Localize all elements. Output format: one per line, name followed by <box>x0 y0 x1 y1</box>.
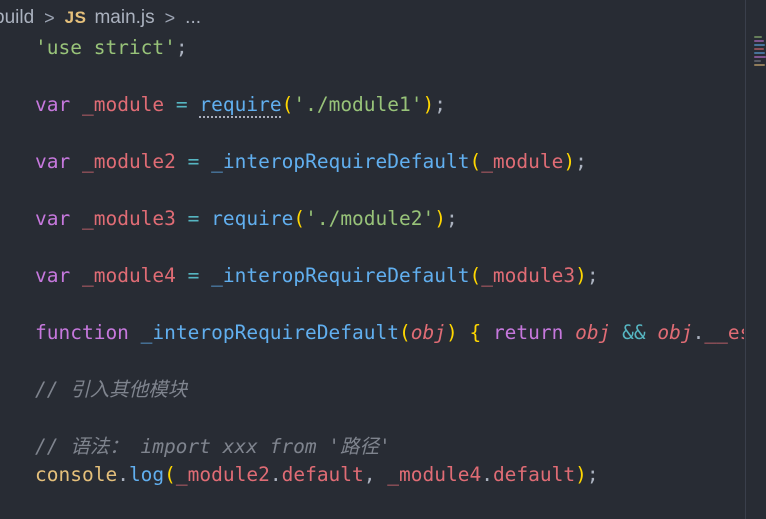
bracket: ) <box>422 93 435 116</box>
bracket: ) <box>575 463 587 486</box>
variable-name: _module <box>81 93 165 116</box>
operator: = <box>187 207 200 230</box>
minimap-line <box>754 52 765 54</box>
semicolon: ; <box>586 264 599 287</box>
breadcrumb-folder[interactable]: build <box>0 7 34 29</box>
function-name: _interopRequireDefault <box>140 321 399 344</box>
code-line-1[interactable]: 'use strict'; <box>35 36 188 62</box>
minimap[interactable] <box>745 0 766 519</box>
dot: . <box>269 463 282 486</box>
minimap-line <box>754 56 766 58</box>
minimap-line <box>754 60 761 62</box>
minimap-line <box>754 64 765 66</box>
keyword: var <box>35 264 71 287</box>
comma: , <box>363 463 388 486</box>
function-name: require <box>199 93 282 116</box>
chevron-right-icon: > <box>164 7 176 28</box>
comment: // 语法： import xxx from '路径' <box>35 435 391 458</box>
operator: = <box>175 93 188 116</box>
code-line-4[interactable]: var _module3 = require('./module2'); <box>35 205 458 233</box>
bracket: ) <box>563 150 576 173</box>
dot: . <box>117 463 129 486</box>
argument: _module4 <box>387 463 482 486</box>
semicolon: ; <box>445 207 458 230</box>
bracket: ( <box>281 93 294 116</box>
javascript-file-icon: JS <box>64 8 87 27</box>
code-line-9[interactable]: console.log(_module2.default, _module4.d… <box>35 461 599 489</box>
dot: . <box>692 321 705 344</box>
minimap-line <box>754 44 765 46</box>
minimap-line <box>754 36 762 38</box>
keyword: var <box>35 93 71 116</box>
function-name: log <box>128 463 165 486</box>
bracket: ( <box>469 150 482 173</box>
argument: _module2 <box>175 463 270 486</box>
property: default <box>281 463 364 486</box>
parameter: obj <box>410 321 446 344</box>
semicolon: ; <box>586 463 599 486</box>
keyword: var <box>35 150 71 173</box>
string-literal: './module2' <box>305 207 435 230</box>
bracket: ) <box>575 264 587 287</box>
keyword: function <box>35 321 129 344</box>
breadcrumb-file[interactable]: main.js <box>94 7 154 29</box>
keyword: return <box>492 321 564 344</box>
argument: _module <box>481 150 564 173</box>
variable-name: _module4 <box>81 264 176 287</box>
property: __esM <box>704 321 744 344</box>
minimap-line <box>754 40 764 42</box>
variable-name: _module3 <box>81 207 176 230</box>
keyword: var <box>35 207 71 230</box>
code-line-2[interactable]: var _module = require('./module1'); <box>35 91 446 119</box>
bracket: ( <box>164 463 176 486</box>
code-line-6[interactable]: function _interopRequireDefault(obj) { r… <box>35 319 744 347</box>
semicolon: ; <box>434 93 446 116</box>
function-name: require <box>211 207 294 230</box>
code-line-8[interactable]: // 语法： import xxx from '路径' <box>35 433 391 461</box>
operator: = <box>187 264 200 287</box>
variable-name: _module2 <box>81 150 176 173</box>
parameter-ref: obj <box>657 321 693 344</box>
argument: _module3 <box>481 264 576 287</box>
string-literal: 'use strict' <box>35 36 176 59</box>
chevron-right-icon: > <box>44 7 55 28</box>
dot: . <box>481 463 493 486</box>
semicolon: ; <box>575 150 587 173</box>
bracket: ( <box>398 321 411 344</box>
property: default <box>492 463 576 486</box>
code-line-5[interactable]: var _module4 = _interopRequireDefault(_m… <box>35 262 599 290</box>
bracket: ( <box>469 264 482 287</box>
brace: { <box>469 321 482 344</box>
function-name: _interopRequireDefault <box>211 150 470 173</box>
operator: = <box>187 150 200 173</box>
object-name: console <box>35 463 118 486</box>
function-name: _interopRequireDefault <box>211 264 470 287</box>
bracket: ( <box>293 207 306 230</box>
parameter-ref: obj <box>575 321 611 344</box>
minimap-line <box>754 48 764 50</box>
code-line-7[interactable]: // 引入其他模块 <box>35 376 187 404</box>
breadcrumb: build > JS main.js > ... <box>0 0 744 36</box>
comment: // 引入其他模块 <box>35 378 188 401</box>
semicolon: ; <box>175 36 188 59</box>
code-line-3[interactable]: var _module2 = _interopRequireDefault(_m… <box>35 148 587 176</box>
bracket: ) <box>434 207 446 230</box>
string-literal: './module1' <box>293 93 423 116</box>
breadcrumb-symbols[interactable]: ... <box>185 7 201 29</box>
bracket: ) <box>445 321 458 344</box>
code-editor[interactable]: 'use strict'; var _module = require('./m… <box>0 36 744 519</box>
operator: && <box>622 321 646 344</box>
